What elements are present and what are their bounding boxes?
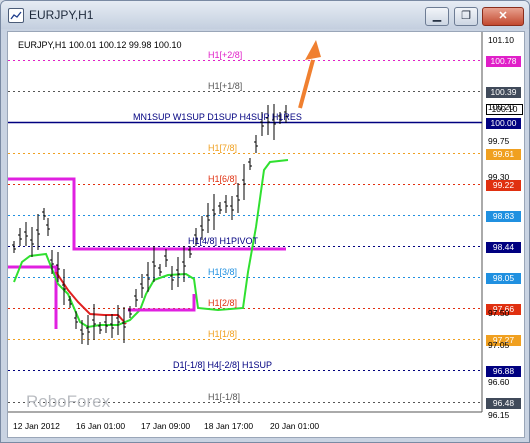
title-bar[interactable]: EURJPY,H1 ▁ ❐ ✕ [1, 1, 529, 29]
x-tick-label: 20 Jan 01:00 [270, 421, 320, 431]
level-label-4: H1[6/8] [208, 173, 238, 184]
level-price-box-11: 96.48 [486, 397, 521, 409]
y-tick-label: 100.20 [488, 102, 514, 112]
level-label-8: H1[2/8] [208, 297, 238, 308]
x-tick-label: 18 Jan 17:00 [204, 421, 254, 431]
orange-arrow-shaft [298, 59, 315, 109]
y-tick-label: 97.50 [488, 308, 510, 318]
magenta-support-line [8, 265, 58, 329]
level-label-11: H1[-1/8] [208, 391, 241, 402]
level-price-box-0: 100.78 [486, 55, 521, 67]
level-price-box-6: 98.44 [486, 241, 521, 253]
y-tick-label: 96.15 [488, 410, 510, 420]
x-tick-label: 16 Jan 01:00 [76, 421, 126, 431]
ohlc-readout: EURJPY,H1 100.01 100.12 99.98 100.10 [18, 40, 182, 50]
level-label-10: D1[-1/8] H4[-2/8] H1SUP [173, 359, 273, 370]
level-label-0: H1[+2/8] [208, 49, 243, 60]
level-price-box-10: 96.88 [486, 365, 521, 377]
y-tick-label: 96.60 [488, 377, 510, 387]
level-label-1: H1[+1/8] [208, 80, 243, 91]
level-price-box-1: 100.39 [486, 86, 521, 98]
y-tick-label: 99.30 [488, 172, 510, 182]
level-price-box-3: 99.61 [486, 148, 521, 160]
minimize-button[interactable]: ▁ [425, 7, 449, 26]
magenta-bottom-line [128, 294, 196, 312]
level-label-2: MN1SUP W1SUP D1SUP H4SUP H1RES [133, 111, 302, 122]
restore-button[interactable]: ❐ [454, 7, 478, 26]
level-label-9: H1[1/8] [208, 328, 238, 339]
chart-window: EURJPY,H1 ▁ ❐ ✕ EURJPY,H1 100.01 100.12 … [0, 0, 530, 443]
broker-watermark: RoboForex [26, 392, 111, 411]
level-label-3: H1[7/8] [208, 142, 238, 153]
level-price-box-2: 100.00 [486, 117, 521, 129]
chart-window-icon [8, 8, 24, 23]
orange-arrow-head [305, 40, 321, 60]
price-chart[interactable]: EURJPY,H1 100.01 100.12 99.98 100.10 H1[… [7, 31, 525, 438]
y-tick-label: 97.05 [488, 340, 510, 350]
y-tick-label: 101.10 [488, 35, 514, 45]
x-tick-label: 17 Jan 09:00 [141, 421, 191, 431]
red-line [55, 271, 127, 325]
level-price-box-7: 98.05 [486, 272, 521, 284]
y-tick-label: 99.75 [488, 136, 510, 146]
level-label-6: H1[4/8] H1PIVOT [188, 235, 259, 246]
level-price-box-5: 98.83 [486, 210, 521, 222]
level-label-7: H1[3/8] [208, 266, 238, 277]
chart-plot [8, 32, 483, 413]
window-title: EURJPY,H1 [29, 8, 94, 22]
x-tick-label: 12 Jan 2012 [13, 421, 60, 431]
close-button[interactable]: ✕ [482, 7, 524, 26]
